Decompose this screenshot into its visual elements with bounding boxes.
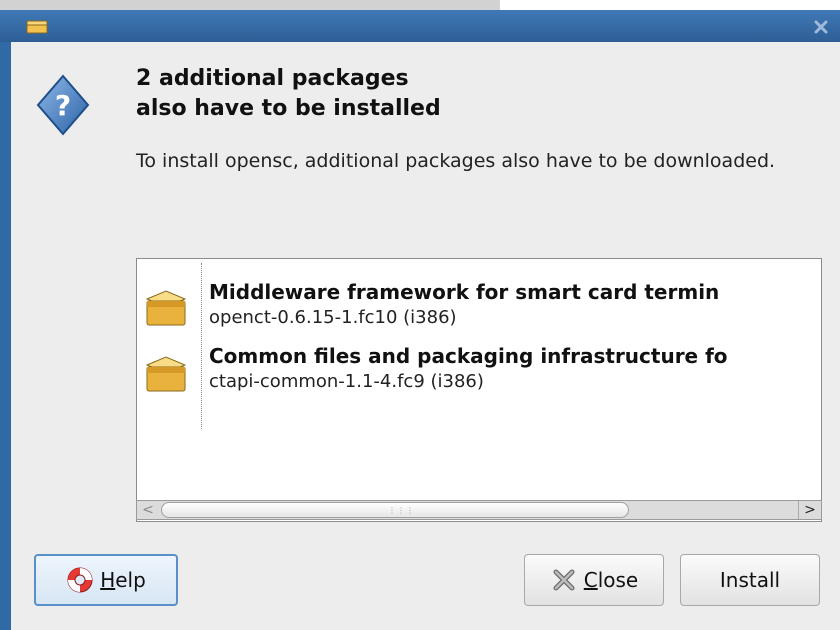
window-titlebar[interactable] — [0, 10, 840, 42]
desktop-background-area — [500, 0, 840, 10]
grip-icon: ⋮⋮⋮ — [388, 506, 415, 515]
horizontal-scrollbar[interactable]: < ⋮⋮⋮ > — [136, 500, 822, 520]
svg-text:?: ? — [55, 89, 71, 122]
scroll-right-arrow[interactable]: > — [798, 501, 821, 519]
dialog-heading: 2 additional packages also have to be in… — [136, 64, 776, 124]
package-name: Middleware framework for smart card term… — [209, 280, 720, 304]
package-list[interactable]: Middleware framework for smart card term… — [136, 258, 822, 522]
package-box-icon — [145, 290, 187, 326]
help-button[interactable]: Help — [34, 554, 178, 606]
package-version: openct-0.6.15-1.fc10 (i386) — [209, 307, 457, 328]
package-box-icon — [145, 356, 187, 392]
close-mnemonic: C — [583, 568, 598, 592]
package-name: Common files and packaging infrastructur… — [209, 344, 728, 368]
question-icon: ? — [36, 74, 90, 136]
dialog-message: To install opensc, additional packages a… — [136, 150, 776, 172]
window-left-border — [0, 42, 11, 630]
help-label-rest: elp — [115, 568, 146, 592]
close-label-rest: lose — [597, 568, 639, 592]
lifebuoy-icon — [67, 567, 93, 593]
window-close-button[interactable] — [812, 18, 830, 36]
scrollbar-thumb[interactable]: ⋮⋮⋮ — [161, 502, 629, 518]
package-icon — [26, 20, 48, 34]
close-x-icon — [553, 569, 575, 591]
help-mnemonic: H — [100, 568, 116, 592]
help-button-label: Help — [100, 568, 146, 592]
close-button-label: Close — [584, 568, 639, 592]
heading-line-2: also have to be installed — [136, 96, 441, 121]
package-version: ctapi-common-1.1-4.fc9 (i386) — [209, 371, 484, 392]
list-item[interactable]: Common files and packaging infrastructur… — [137, 341, 821, 405]
scroll-left-arrow[interactable]: < — [137, 501, 159, 519]
close-button[interactable]: Close — [524, 554, 664, 606]
heading-line-1: 2 additional packages — [136, 66, 409, 91]
install-button[interactable]: Install — [680, 554, 820, 606]
install-button-label: Install — [719, 568, 781, 592]
list-item[interactable]: Middleware framework for smart card term… — [137, 277, 821, 341]
